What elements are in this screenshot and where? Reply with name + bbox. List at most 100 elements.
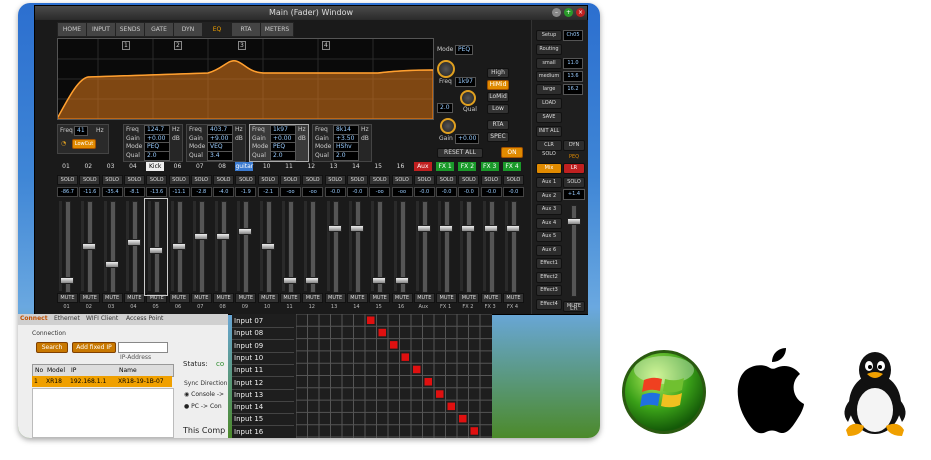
table-row[interactable]: 1 XR18 192.168.1.1 XR18-19-1B-07 bbox=[32, 376, 172, 387]
channel-12-solo-button[interactable]: SOLO bbox=[302, 175, 324, 185]
channel-14-fader-cap[interactable] bbox=[349, 224, 364, 232]
tab-wifi-client[interactable]: WIFI Client bbox=[86, 315, 118, 322]
band-marker-1[interactable]: 1 bbox=[122, 41, 130, 50]
route-point[interactable] bbox=[470, 427, 479, 435]
channel-5-solo-button[interactable]: SOLO bbox=[146, 175, 168, 185]
channel-9-solo-button[interactable]: SOLO bbox=[235, 175, 257, 185]
route-point[interactable] bbox=[390, 341, 398, 349]
channel-20-mute-button[interactable]: MUTE bbox=[480, 293, 502, 303]
channel-6-name[interactable]: 06 bbox=[169, 162, 187, 171]
tab-meters[interactable]: METERS bbox=[260, 22, 294, 37]
channel-1-solo-button[interactable]: SOLO bbox=[57, 175, 78, 185]
channel-16-name[interactable]: 16 bbox=[392, 162, 410, 171]
tab-ethernet[interactable]: Ethernet bbox=[54, 315, 80, 322]
send-10-button[interactable]: Effect4 bbox=[536, 298, 562, 310]
channel-1-mute-button[interactable]: MUTE bbox=[57, 293, 78, 303]
channel-6-solo-button[interactable]: SOLO bbox=[168, 175, 190, 185]
channel-9-fader-track[interactable] bbox=[243, 201, 250, 293]
channel-12-name[interactable]: 12 bbox=[302, 162, 320, 171]
band-lomid-button[interactable]: LoMid bbox=[487, 92, 509, 102]
channel-7-fader-track[interactable] bbox=[198, 201, 205, 293]
channel-11-mute-button[interactable]: MUTE bbox=[280, 293, 301, 303]
lr-solo-button[interactable]: SOLO bbox=[563, 177, 585, 188]
channel-8-fader-track[interactable] bbox=[221, 201, 228, 293]
close-icon[interactable]: × bbox=[576, 8, 585, 17]
channel-11-solo-button[interactable]: SOLO bbox=[280, 175, 301, 185]
route-point[interactable] bbox=[401, 353, 410, 361]
channel-17-name[interactable]: Aux bbox=[413, 162, 432, 171]
channel-13-mute-button[interactable]: MUTE bbox=[324, 293, 346, 303]
route-point[interactable] bbox=[436, 390, 444, 398]
channel-8-mute-button[interactable]: MUTE bbox=[213, 293, 235, 303]
band-4-qual-value[interactable]: 2.0 bbox=[333, 150, 359, 161]
clr-solo-button[interactable]: CLR SOLO bbox=[536, 140, 562, 157]
channel-12-fader-cap[interactable] bbox=[305, 276, 320, 284]
lowcut-freq-value[interactable]: 41 bbox=[74, 126, 88, 136]
channel-8-name[interactable]: 08 bbox=[213, 162, 231, 171]
eq-band-2-block[interactable]: Freq 403.7 Gain +9.00 Mode VEQ Qual 3.4 Hz dB bbox=[186, 124, 246, 162]
band-marker-2[interactable]: 2 bbox=[174, 41, 182, 50]
sync-option-console[interactable]: ◉ Console -> bbox=[184, 391, 224, 398]
send-9-button[interactable]: Effect3 bbox=[536, 285, 562, 296]
channel-18-fader-track[interactable] bbox=[444, 201, 451, 293]
channel-21-fader-cap[interactable] bbox=[506, 224, 520, 232]
channel-19-name[interactable]: FX 2 bbox=[458, 162, 477, 171]
channel-2-mute-button[interactable]: MUTE bbox=[79, 293, 101, 303]
channel-8-solo-button[interactable]: SOLO bbox=[213, 175, 235, 185]
lr-fader-cap[interactable] bbox=[567, 218, 581, 225]
route-point[interactable] bbox=[413, 365, 421, 374]
tab-dyn[interactable]: DYN bbox=[173, 22, 203, 37]
send-2-button[interactable]: Aux 2 bbox=[536, 190, 562, 202]
freq-value[interactable]: 1k97 bbox=[455, 77, 476, 87]
channel-17-mute-button[interactable]: MUTE bbox=[413, 293, 435, 303]
sync-option-pc[interactable]: ● PC -> Con bbox=[184, 403, 222, 410]
channel-4-name[interactable]: 04 bbox=[124, 162, 142, 171]
band-himid-button[interactable]: HiMid bbox=[487, 80, 509, 90]
setup-button[interactable]: Setup bbox=[536, 30, 562, 41]
tab-sends[interactable]: SENDS bbox=[115, 22, 145, 37]
channel-14-fader-track[interactable] bbox=[354, 201, 361, 293]
channel-10-mute-button[interactable]: MUTE bbox=[257, 293, 279, 303]
channel-10-name[interactable]: 10 bbox=[258, 162, 276, 171]
channel-14-mute-button[interactable]: MUTE bbox=[346, 293, 368, 303]
lr-button[interactable]: LR bbox=[563, 163, 585, 174]
route-point[interactable] bbox=[459, 414, 467, 423]
band-3-qual-value[interactable]: 2.0 bbox=[270, 150, 296, 161]
rta-button[interactable]: RTA bbox=[487, 120, 509, 130]
tab-rta[interactable]: RTA bbox=[231, 22, 261, 37]
channel-3-solo-button[interactable]: SOLO bbox=[101, 175, 123, 185]
band-high-button[interactable]: High bbox=[487, 68, 509, 78]
ip-address-input[interactable] bbox=[118, 342, 168, 353]
channel-16-solo-button[interactable]: SOLO bbox=[391, 175, 413, 185]
lowcut-button[interactable]: LowCut bbox=[72, 139, 96, 149]
channel-2-fader-cap[interactable] bbox=[82, 243, 97, 250]
add-fixed-ip-button[interactable]: Add fixed IP bbox=[72, 342, 116, 353]
channel-17-fader-cap[interactable] bbox=[416, 224, 431, 232]
mix-button[interactable]: Mix bbox=[536, 163, 562, 174]
channel-11-fader-cap[interactable] bbox=[283, 276, 297, 284]
channel-8-fader-cap[interactable] bbox=[216, 232, 231, 240]
channel-13-fader-cap[interactable] bbox=[327, 224, 342, 232]
channel-5-name[interactable]: Kick bbox=[146, 162, 165, 171]
channel-21-mute-button[interactable]: MUTE bbox=[503, 293, 524, 303]
freq-knob[interactable] bbox=[437, 60, 455, 78]
init-all-button[interactable]: INIT ALL bbox=[536, 126, 562, 137]
channel-20-solo-button[interactable]: SOLO bbox=[480, 175, 502, 185]
send-1-button[interactable]: Aux 1 bbox=[536, 177, 562, 188]
route-point[interactable] bbox=[378, 328, 387, 337]
send-8-button[interactable]: Effect2 bbox=[536, 271, 562, 283]
channel-2-solo-button[interactable]: SOLO bbox=[79, 175, 101, 185]
band-2-qual-value[interactable]: 3.4 bbox=[207, 150, 233, 161]
channel-13-name[interactable]: 13 bbox=[325, 162, 343, 171]
channel-18-solo-button[interactable]: SOLO bbox=[436, 175, 458, 185]
channel-16-mute-button[interactable]: MUTE bbox=[391, 293, 413, 303]
channel-21-solo-button[interactable]: SOLO bbox=[503, 175, 524, 185]
routing-button[interactable]: Routing bbox=[536, 44, 562, 55]
routing-grid[interactable] bbox=[296, 314, 492, 438]
channel-4-fader-cap[interactable] bbox=[126, 238, 141, 246]
channel-15-solo-button[interactable]: SOLO bbox=[369, 175, 391, 185]
channel-3-fader-cap[interactable] bbox=[104, 261, 119, 269]
send-6-button[interactable]: Aux 6 bbox=[536, 244, 562, 256]
route-point[interactable] bbox=[447, 402, 456, 411]
send-5-button[interactable]: Aux 5 bbox=[536, 231, 562, 242]
